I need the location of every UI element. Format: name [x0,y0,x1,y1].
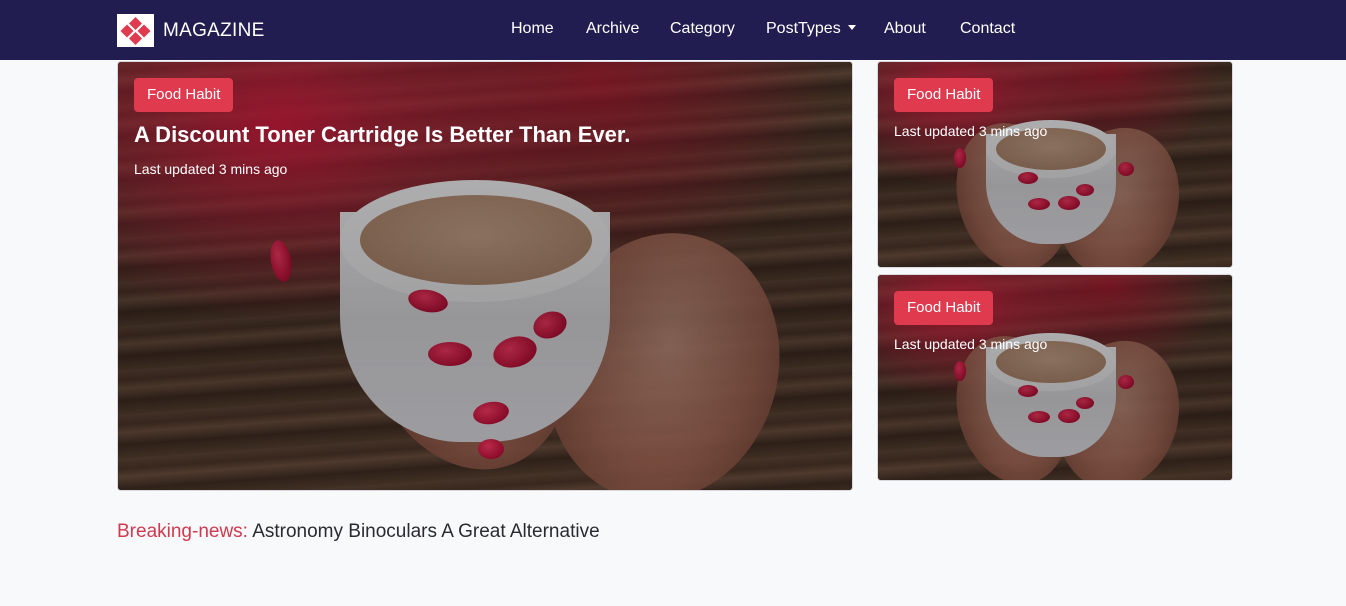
breaking-news-label: Breaking-news: [117,521,248,542]
featured-side-card[interactable]: Food Habit Last updated 3 mins ago [877,274,1233,481]
nav-posttypes-label: PostTypes [766,20,841,37]
nav-contact[interactable]: Contact [960,20,1015,38]
featured-main-card[interactable]: Food Habit A Discount Toner Cartridge Is… [117,61,853,491]
nav-about[interactable]: About [884,20,926,38]
breaking-news-bar: Breaking-news: Astronomy Binoculars A Gr… [117,521,600,543]
navbar: MAGAZINE Home Archive Category PostTypes… [0,0,1346,60]
featured-side-card[interactable]: Food Habit Last updated 3 mins ago [877,61,1233,268]
diamond-logo-icon [117,14,154,47]
nav-posttypes-dropdown[interactable]: PostTypes [766,20,856,38]
category-badge[interactable]: Food Habit [134,78,234,112]
breaking-news-link[interactable]: Astronomy Binoculars A Great Alternative [252,521,599,542]
nav-home[interactable]: Home [511,20,554,38]
nav-category[interactable]: Category [670,20,735,38]
nav-archive[interactable]: Archive [586,20,639,38]
brand-name: MAGAZINE [163,19,265,41]
article-title[interactable]: A Discount Toner Cartridge Is Better Tha… [134,122,630,148]
updated-timestamp: Last updated 3 mins ago [894,336,1048,352]
category-badge[interactable]: Food Habit [894,78,994,112]
updated-timestamp: Last updated 3 mins ago [894,123,1048,139]
brand-link[interactable]: MAGAZINE [117,14,265,47]
category-badge[interactable]: Food Habit [894,291,994,325]
caret-down-icon [847,25,856,30]
updated-timestamp: Last updated 3 mins ago [134,161,288,177]
